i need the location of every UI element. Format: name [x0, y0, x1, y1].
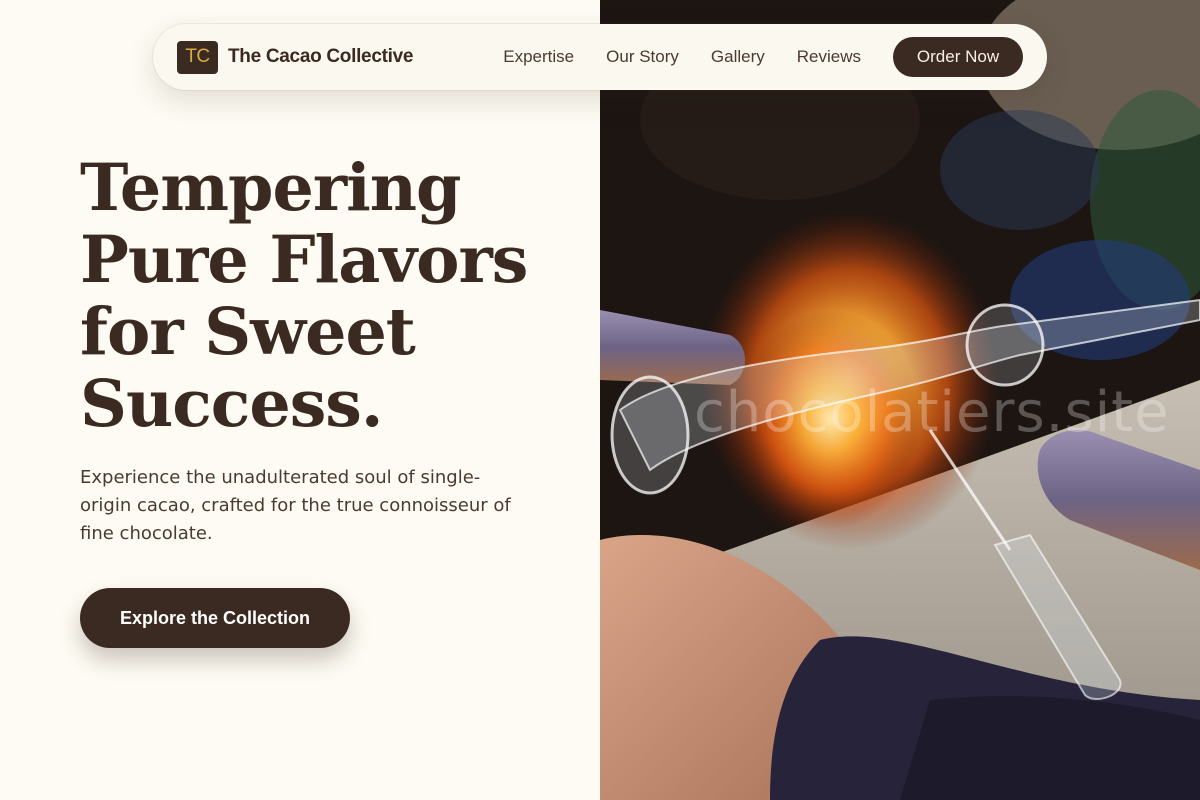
hero-title: Tempering Pure Flavors for Sweet Success… [80, 150, 528, 442]
nav-links: Expertise Our Story Gallery Reviews Orde… [503, 37, 1023, 77]
brand-name: The Cacao Collective [228, 46, 414, 67]
navbar: TC The Cacao Collective Expertise Our St… [153, 24, 1047, 90]
nav-link-expertise[interactable]: Expertise [503, 47, 574, 67]
order-now-button[interactable]: Order Now [893, 37, 1023, 77]
nav-link-reviews[interactable]: Reviews [797, 47, 861, 67]
explore-collection-button[interactable]: Explore the Collection [80, 588, 350, 648]
hero-subtitle: Experience the unadulterated soul of sin… [80, 467, 511, 544]
image-watermark: chocolatiers.site [694, 380, 1170, 445]
nav-link-our-story[interactable]: Our Story [606, 47, 679, 67]
brand[interactable]: TC The Cacao Collective [177, 40, 414, 74]
hero-image: chocolatiers.site [600, 0, 1200, 800]
brand-logo-icon: TC [177, 40, 218, 74]
nav-link-gallery[interactable]: Gallery [711, 47, 765, 67]
